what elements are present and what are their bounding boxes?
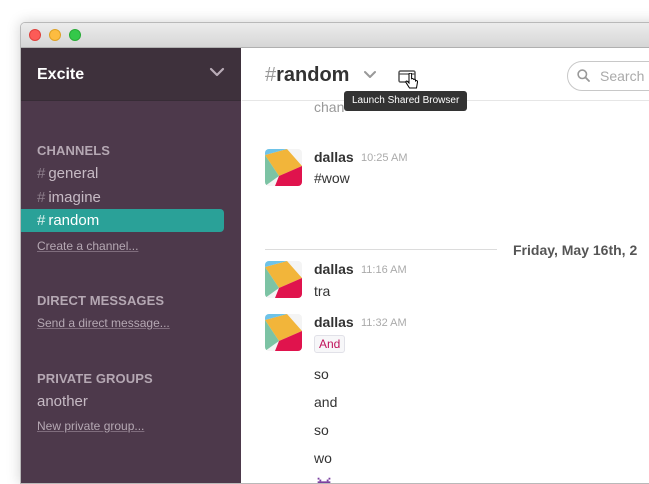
channels-header[interactable]: CHANNELS [37,143,110,158]
create-channel-link[interactable]: Create a channel... [37,239,138,253]
slack-logo-icon [265,149,302,186]
message-timestamp[interactable]: 11:32 AM [361,317,407,329]
private-groups-header[interactable]: PRIVATE GROUPS [37,371,153,386]
zoom-window-button[interactable] [69,29,81,41]
team-name: Excite [37,66,85,83]
minimize-window-button[interactable] [49,29,61,41]
message-line: wo [314,450,332,466]
app-window: Excite CHANNELS # general # imagine # rando… [20,22,649,484]
clipped-message-text: chan [314,101,345,115]
chevron-down-icon[interactable] [364,70,376,80]
avatar[interactable] [265,261,302,298]
day-divider-label: Friday, May 16th, 2 [513,242,638,258]
hand-cursor-icon [405,73,419,89]
direct-messages-header[interactable]: DIRECT MESSAGES [37,293,164,308]
message-text: #wow [314,170,350,186]
shared-browser-tooltip: Launch Shared Browser [344,91,468,111]
team-menu[interactable]: Excite [21,48,241,101]
sidebar-item-general[interactable]: # general [37,165,98,182]
send-direct-message-link[interactable]: Send a direct message... [37,316,170,330]
close-window-button[interactable] [29,29,41,41]
title-bar [21,23,649,48]
channel-name: random [48,212,100,229]
slack-logo-icon [265,261,302,298]
message-author[interactable]: dallas [314,314,354,330]
channel-hash: # [37,189,46,206]
channel-name: imagine [48,189,101,206]
channel-title-hash: # [265,64,277,86]
day-divider-line [265,249,497,250]
avatar[interactable] [265,149,302,186]
space-invader-emoji-icon [317,477,331,483]
avatar[interactable] [265,314,302,351]
search-icon [577,69,590,82]
message-author[interactable]: dallas [314,261,354,277]
message-text: tra [314,283,331,299]
message-line: and [314,394,338,410]
message-line: so [314,422,329,438]
main-panel: chan dallas 10:25 AM #wow Friday, May 16… [242,48,649,483]
channel-title-name: random [276,64,350,86]
message-line: so [314,366,329,382]
sidebar: Excite CHANNELS # general # imagine # rando… [21,48,241,483]
channel-hash: # [37,212,46,229]
chevron-down-icon [209,67,225,77]
message-timestamp[interactable]: 11:16 AM [361,264,407,276]
channel-hash: # [37,165,46,182]
inline-code-tag: And [314,335,346,353]
message-list[interactable]: chan dallas 10:25 AM #wow Friday, May 16… [242,101,649,483]
channel-name: general [48,165,99,182]
message-author[interactable]: dallas [314,149,354,165]
sidebar-item-imagine[interactable]: # imagine [37,189,101,206]
search-input[interactable]: Search [567,61,649,91]
sidebar-item-random[interactable]: # random [21,209,224,232]
sidebar-item-another[interactable]: another [37,393,88,410]
channel-header: #random Launch Shared Browser Search [242,48,649,111]
search-placeholder: Search [600,68,645,84]
message-timestamp[interactable]: 10:25 AM [361,152,407,164]
channel-title[interactable]: #random [265,64,349,87]
new-private-group-link[interactable]: New private group... [37,419,144,433]
slack-logo-icon [265,314,302,351]
